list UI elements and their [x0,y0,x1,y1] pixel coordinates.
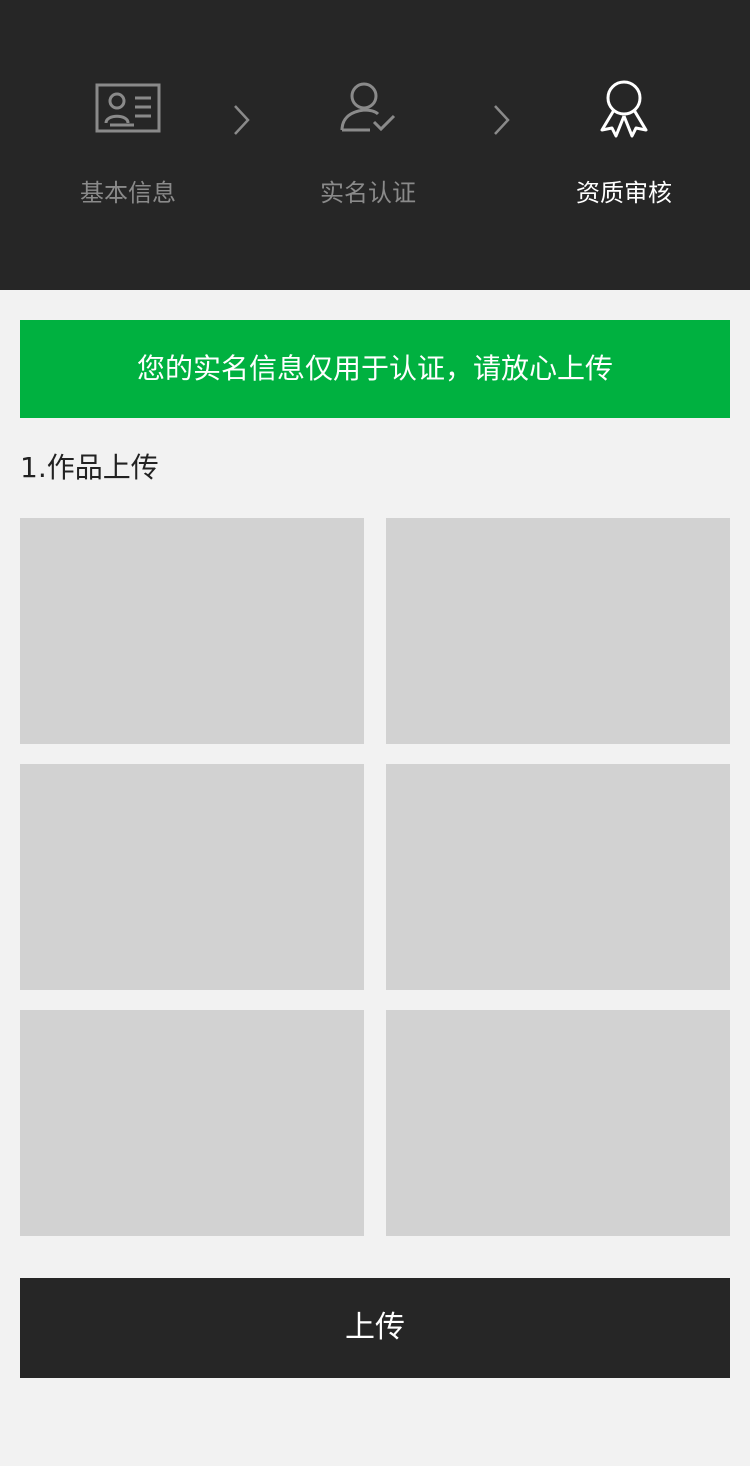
id-card-icon [95,83,161,133]
work-upload-slot-5[interactable] [20,1010,364,1236]
work-upload-slot-1[interactable] [20,518,364,744]
user-check-icon [340,82,396,132]
work-upload-slot-6[interactable] [386,1010,730,1236]
work-upload-slot-4[interactable] [386,764,730,990]
step-label: 实名认证 [320,179,416,207]
step-real-name: 实名认证 [268,0,468,290]
chevron-right-icon [494,105,510,135]
privacy-notice-banner: 您的实名信息仅用于认证，请放心上传 [20,320,730,418]
work-upload-slot-2[interactable] [386,518,730,744]
works-upload-title: 1.作品上传 [20,451,159,484]
chevron-right-icon [234,105,250,135]
step-label: 资质审核 [576,179,672,207]
steps-header: 基本信息 实名认证 资质审核 [0,0,750,290]
work-upload-slot-3[interactable] [20,764,364,990]
award-ribbon-icon [600,80,648,138]
step-qualification: 资质审核 [524,0,724,290]
step-basic-info: 基本信息 [28,0,228,290]
upload-button[interactable]: 上传 [20,1278,730,1378]
step-label: 基本信息 [80,179,176,207]
